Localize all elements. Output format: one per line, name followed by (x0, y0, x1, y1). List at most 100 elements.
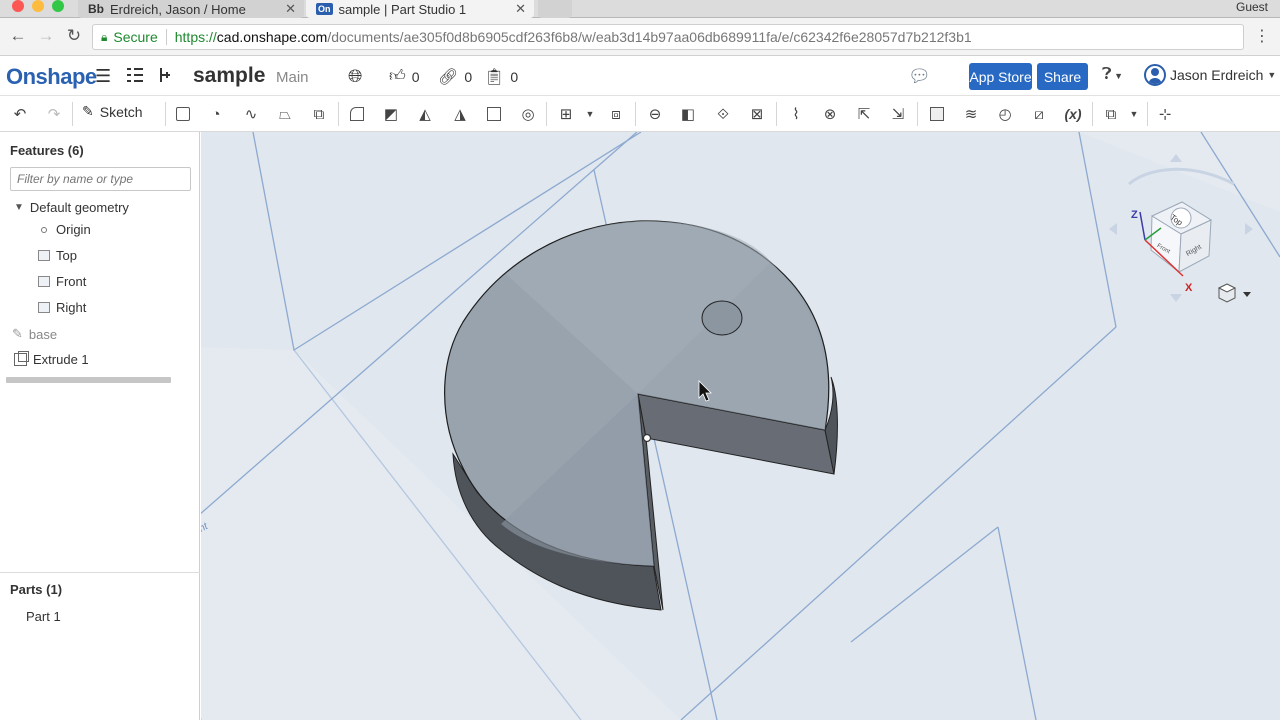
plane-icon[interactable] (927, 104, 947, 124)
tree-node-origin[interactable]: Origin (38, 222, 91, 237)
horizontal-scrollbar[interactable] (6, 377, 171, 383)
chamfer-icon[interactable]: ◩ (381, 104, 401, 124)
variable-icon[interactable]: (x) (1060, 104, 1086, 124)
toolbar-divider (165, 102, 166, 126)
plane-icon (38, 250, 50, 261)
url-host: cad.onshape.com (216, 29, 328, 45)
shell-icon[interactable] (484, 104, 504, 124)
app-store-button[interactable]: App Store (969, 63, 1032, 90)
thicken-icon[interactable]: ⧉ (309, 104, 329, 124)
close-tab-icon[interactable]: ✕ (285, 1, 296, 17)
onshape-header: Onshape ☰ sample Main 🌐︎ 👍︎ 0 🔗︎ 0 📋︎ 0 … (0, 56, 1280, 96)
z-axis-label: Z (1131, 209, 1138, 221)
sketch-button[interactable]: ✎ Sketch (82, 103, 143, 120)
hole-feature[interactable] (701, 300, 743, 336)
likes-count[interactable]: 👍︎ 0 (389, 67, 420, 86)
plane-icon (38, 302, 50, 313)
sweep-icon[interactable]: ∿ (241, 104, 261, 124)
feature-list-icon[interactable] (125, 66, 145, 89)
add-element-icon[interactable] (157, 66, 175, 89)
helix-icon[interactable]: ≋ (961, 104, 981, 124)
part-list-item[interactable]: Part 1 (26, 609, 61, 624)
tree-node-sketch-base[interactable]: ✎ base (12, 326, 57, 342)
onshape-logo[interactable]: Onshape (6, 64, 97, 90)
hole-icon[interactable]: ◎ (518, 104, 538, 124)
tree-node-default-geometry[interactable]: ▼ Default geometry (14, 200, 129, 215)
branch-name[interactable]: Main (276, 69, 309, 86)
url-input[interactable]: 🔒︎ Secure https:// cad.onshape.com /docu… (92, 24, 1244, 50)
hamburger-menu-icon[interactable]: ☰ (95, 66, 111, 87)
pattern-icon[interactable]: ⊞ (556, 104, 576, 124)
toolbar-divider (917, 102, 918, 126)
transform-icon[interactable]: ⟐ (713, 104, 733, 124)
minimize-window-button[interactable] (32, 0, 44, 12)
fillet-icon[interactable] (347, 104, 367, 124)
extrude-icon (14, 351, 29, 366)
undo-icon[interactable]: ↶ (10, 104, 30, 124)
replace-face-icon[interactable]: ⇲ (888, 104, 908, 124)
globe-icon[interactable]: 🌐︎ (348, 66, 362, 87)
add-custom-feature-icon[interactable]: ⊹ (1155, 104, 1175, 124)
features-header: Features (6) (10, 143, 84, 158)
profile-label[interactable]: Guest (1236, 0, 1268, 14)
tree-node-plane-front[interactable]: Front (38, 274, 86, 289)
chevron-down-icon[interactable]: ▼ (580, 104, 600, 124)
origin-marker[interactable] (642, 433, 652, 443)
feature-panel: Features (6) ▼ Default geometry Origin T… (0, 132, 200, 720)
help-icon[interactable]: ❓︎ ▼ (1102, 66, 1123, 84)
mate-connector-icon[interactable]: ◴ (995, 104, 1015, 124)
address-bar: ← → ↻ 🔒︎ Secure https:// cad.onshape.com… (0, 18, 1280, 56)
close-window-button[interactable] (12, 0, 24, 12)
avatar (1144, 64, 1166, 86)
browser-tab-sample[interactable]: On sample | Part Studio 1 ✕ (306, 0, 534, 18)
chevron-down-icon: ▼ (1267, 70, 1277, 80)
browser-menu-icon[interactable]: ⋮ (1254, 26, 1270, 46)
parts-header: Parts (1) (10, 582, 63, 597)
boolean-icon[interactable]: ⊖ (645, 104, 665, 124)
tree-node-extrude[interactable]: Extrude 1 (14, 351, 89, 367)
reload-icon[interactable]: ↻ (64, 26, 84, 46)
toolbar-divider (635, 102, 636, 126)
delete-part-icon[interactable]: ⊠ (747, 104, 767, 124)
section-view-icon[interactable]: ⧄ (1029, 104, 1049, 124)
feature-filter-input[interactable] (10, 167, 191, 191)
delete-face-icon[interactable]: ⊗ (820, 104, 840, 124)
graphics-viewport[interactable]: ht Top Front Right Z X (201, 132, 1280, 720)
draft-icon[interactable]: ◭ (415, 104, 435, 124)
split-icon[interactable]: ◧ (678, 104, 698, 124)
comment-icon[interactable]: 💬︎ (908, 66, 931, 87)
secure-label: Secure (113, 29, 158, 45)
mirror-icon[interactable]: ⧈ (606, 104, 626, 124)
chevron-down-icon[interactable]: ▼ (1124, 104, 1144, 124)
user-menu[interactable]: Jason Erdreich ▼ (1144, 64, 1276, 86)
share-button[interactable]: Share (1037, 63, 1088, 90)
loft-icon[interactable]: ⏢ (275, 104, 295, 124)
rib-icon[interactable]: ◮ (450, 104, 470, 124)
move-face-icon[interactable]: ⇱ (854, 104, 874, 124)
links-count[interactable]: 🔗︎ 0 (438, 67, 472, 87)
maximize-window-button[interactable] (52, 0, 64, 12)
custom-features-icon[interactable]: ⧉ (1101, 104, 1121, 124)
chevron-down-icon[interactable]: ▼ (14, 202, 24, 213)
panel-divider (0, 572, 200, 573)
close-tab-icon[interactable]: ✕ (515, 1, 526, 17)
model-canvas[interactable]: ht Top Front Right Z X (201, 132, 1280, 720)
forward-arrow-icon[interactable]: → (36, 26, 56, 46)
right-plane-label: ht (201, 520, 211, 534)
back-arrow-icon[interactable]: ← (8, 26, 28, 46)
extrude-icon[interactable] (173, 104, 193, 124)
url-divider (165, 29, 167, 45)
new-tab-button[interactable] (538, 0, 572, 18)
tree-node-plane-top[interactable]: Top (38, 248, 77, 263)
document-name[interactable]: sample (193, 64, 265, 88)
copies-count[interactable]: 📋︎ 0 (484, 67, 518, 87)
origin-icon (41, 226, 47, 233)
pencil-icon: ✎ (12, 326, 23, 341)
tree-node-plane-right[interactable]: Right (38, 300, 86, 315)
revolve-icon[interactable]: ◔ (206, 104, 226, 124)
lock-icon: 🔒︎ (101, 29, 108, 44)
browser-tab-home[interactable]: Bb Erdreich, Jason / Home ✕ (78, 0, 304, 18)
modify-fillet-icon[interactable]: ⌇ (786, 104, 806, 124)
x-axis-label: X (1185, 282, 1193, 294)
redo-icon[interactable]: ↷ (44, 104, 64, 124)
